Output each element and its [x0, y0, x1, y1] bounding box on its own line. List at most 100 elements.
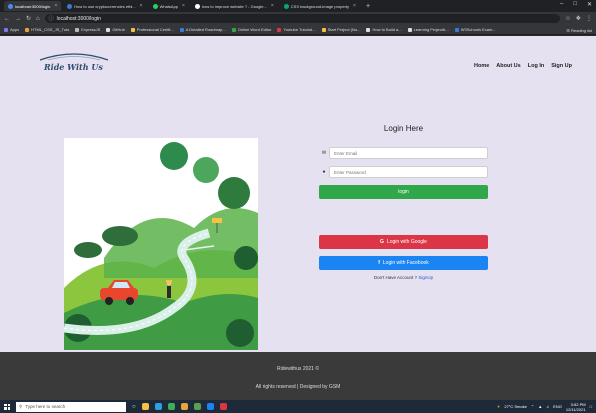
- bookmark-item[interactable]: GitHub: [106, 27, 125, 32]
- tab-title: how to improve website ? - Google...: [201, 3, 267, 9]
- browser-tab[interactable]: CSS background-image property ×: [280, 1, 360, 11]
- forward-icon[interactable]: →: [15, 16, 21, 22]
- browser-tab[interactable]: localhost:3000/login ×: [4, 1, 62, 11]
- weather-icon: ☀: [496, 404, 501, 409]
- email-field: ✉: [319, 147, 488, 159]
- url-bar[interactable]: ⓘ localhost:3000/login: [44, 14, 561, 23]
- window-controls: – □ ✕: [560, 1, 592, 8]
- site-navbar: Ride With Us Home About Us Log In Sign U…: [0, 36, 596, 86]
- new-tab-button[interactable]: +: [362, 3, 374, 10]
- tab-title: WhatsApp: [159, 3, 179, 9]
- close-tab-icon[interactable]: ×: [271, 3, 274, 9]
- bookmark-item[interactable]: Apps: [4, 27, 19, 32]
- bookmark-label: Youtube Tutorial...: [283, 27, 316, 32]
- close-window-icon[interactable]: ✕: [587, 1, 592, 8]
- close-tab-icon[interactable]: ×: [140, 3, 143, 9]
- bookmark-favicon-icon: [277, 27, 282, 32]
- reading-list-icon: ☰: [566, 27, 570, 33]
- facebook-button-label: Login with Facebook: [382, 260, 429, 266]
- bookmark-item[interactable]: Youtube Tutorial...: [277, 27, 316, 32]
- site-logo[interactable]: Ride With Us: [34, 50, 114, 78]
- bookmark-item[interactable]: Start Project (No...: [321, 27, 361, 32]
- bookmark-favicon-icon: [321, 27, 326, 32]
- bookmark-label: Apps: [10, 27, 20, 32]
- nav-about-us[interactable]: About Us: [496, 63, 520, 69]
- bookmark-item[interactable]: W3Schools Exam...: [454, 27, 496, 32]
- bookmark-favicon-icon: [4, 27, 8, 32]
- star-icon[interactable]: ☆: [565, 15, 570, 22]
- maximize-icon[interactable]: □: [573, 1, 577, 8]
- tray-up-arrow-icon[interactable]: ⌃: [531, 404, 534, 409]
- signup-prompt: Don't Have Account ? SignUp: [319, 275, 488, 280]
- bookmark-favicon-icon: [231, 27, 236, 32]
- login-button[interactable]: login: [319, 185, 488, 199]
- tab-title: localhost:3000/login: [15, 3, 51, 9]
- taskbar-search[interactable]: ⚲ Type here to search: [16, 401, 126, 412]
- bookmark-item[interactable]: Professional Certifi...: [130, 27, 174, 32]
- browser-tab-bar: localhost:3000/login × How to use cryptocu…: [0, 0, 596, 12]
- bookmarks-bar: Apps HTML_CSS_JS_Tuts ExpressJS GitHub Profe…: [0, 25, 596, 35]
- bookmark-item[interactable]: Online Word Editor: [231, 27, 271, 32]
- file-explorer-icon[interactable]: [141, 403, 149, 410]
- google-login-button[interactable]: G Login with Google: [319, 235, 488, 249]
- lock-icon: ●: [322, 169, 326, 175]
- search-icon: ⚲: [19, 403, 23, 409]
- footer-credits: All rights reserved | Designed by GSM: [255, 384, 341, 390]
- browser-tab[interactable]: how to improve website ? - Google... ×: [191, 1, 278, 11]
- home-icon[interactable]: ⌂: [36, 16, 40, 22]
- email-input[interactable]: [329, 147, 488, 159]
- tab-favicon-blue: [8, 3, 13, 9]
- node-icon[interactable]: [193, 403, 201, 410]
- close-tab-icon[interactable]: ×: [182, 3, 185, 9]
- chrome-icon[interactable]: [167, 403, 175, 410]
- chrome-app-icon[interactable]: [219, 403, 227, 410]
- reading-list[interactable]: ☰ Reading list: [566, 25, 592, 34]
- nav-log-in[interactable]: Log In: [528, 63, 545, 69]
- facebook-login-button[interactable]: f Login with Facebook: [319, 256, 488, 270]
- task-view-icon[interactable]: ○: [132, 404, 136, 410]
- folder-icon[interactable]: [180, 403, 188, 410]
- windows-start-icon[interactable]: [4, 403, 10, 410]
- bookmark-favicon-icon: [130, 27, 135, 32]
- nav-sign-up[interactable]: Sign Up: [551, 63, 572, 69]
- bookmark-label: Start Project (No...: [327, 27, 361, 32]
- weather-text[interactable]: 27°C Smoke: [504, 404, 527, 409]
- address-bar-row: ← → ↻ ⌂ ⓘ localhost:3000/login ☆ ❖ ⋮: [0, 12, 596, 25]
- menu-dots-icon[interactable]: ⋮: [586, 15, 592, 22]
- info-icon[interactable]: ⓘ: [49, 15, 54, 22]
- bookmark-item[interactable]: HTML_CSS_JS_Tuts: [25, 27, 69, 32]
- bookmark-label: How to Build a...: [372, 27, 402, 32]
- back-icon[interactable]: ←: [4, 16, 10, 22]
- extensions-icon[interactable]: ❖: [576, 15, 581, 22]
- login-form: Login Here ✉ ● login G Login with Google…: [319, 124, 488, 280]
- close-tab-icon[interactable]: ×: [54, 3, 57, 9]
- minimize-icon[interactable]: –: [560, 1, 563, 8]
- login-title: Login Here: [383, 124, 424, 133]
- volume-icon[interactable]: ♫: [546, 404, 549, 409]
- tab-title: CSS background-image property: [290, 3, 350, 9]
- clock[interactable]: 3:52 PM 12/11/2021: [566, 402, 586, 412]
- browser-tab[interactable]: WhatsApp ×: [149, 1, 189, 11]
- reload-icon[interactable]: ↻: [26, 15, 31, 22]
- bookmark-label: Professional Certifi...: [136, 27, 174, 32]
- edge-icon[interactable]: [154, 403, 162, 410]
- bookmark-item[interactable]: Learning ProjectA...: [407, 27, 449, 32]
- bookmark-item[interactable]: How to Build a...: [366, 27, 402, 32]
- notifications-icon[interactable]: □: [590, 404, 592, 409]
- bookmark-item[interactable]: ExpressJS: [75, 27, 100, 32]
- bookmark-favicon-icon: [25, 27, 30, 32]
- password-input[interactable]: [329, 166, 488, 178]
- bookmark-favicon-icon: [366, 27, 371, 32]
- browser-tab[interactable]: How to use cryptocurrencies ethi... ×: [63, 1, 146, 11]
- nav-home[interactable]: Home: [474, 63, 489, 69]
- travel-illustration: [64, 138, 258, 350]
- language-indicator[interactable]: ENG: [553, 404, 562, 409]
- close-tab-icon[interactable]: ×: [353, 3, 356, 9]
- bookmark-item[interactable]: A Detailed Roadmap...: [179, 27, 226, 32]
- vscode-icon[interactable]: [206, 403, 214, 410]
- bookmark-label: ExpressJS: [81, 27, 101, 32]
- tab-favicon-blue: [67, 3, 73, 9]
- bookmark-label: Learning ProjectA...: [413, 27, 449, 32]
- network-icon[interactable]: ▲: [538, 404, 542, 409]
- signup-link[interactable]: SignUp: [418, 275, 433, 280]
